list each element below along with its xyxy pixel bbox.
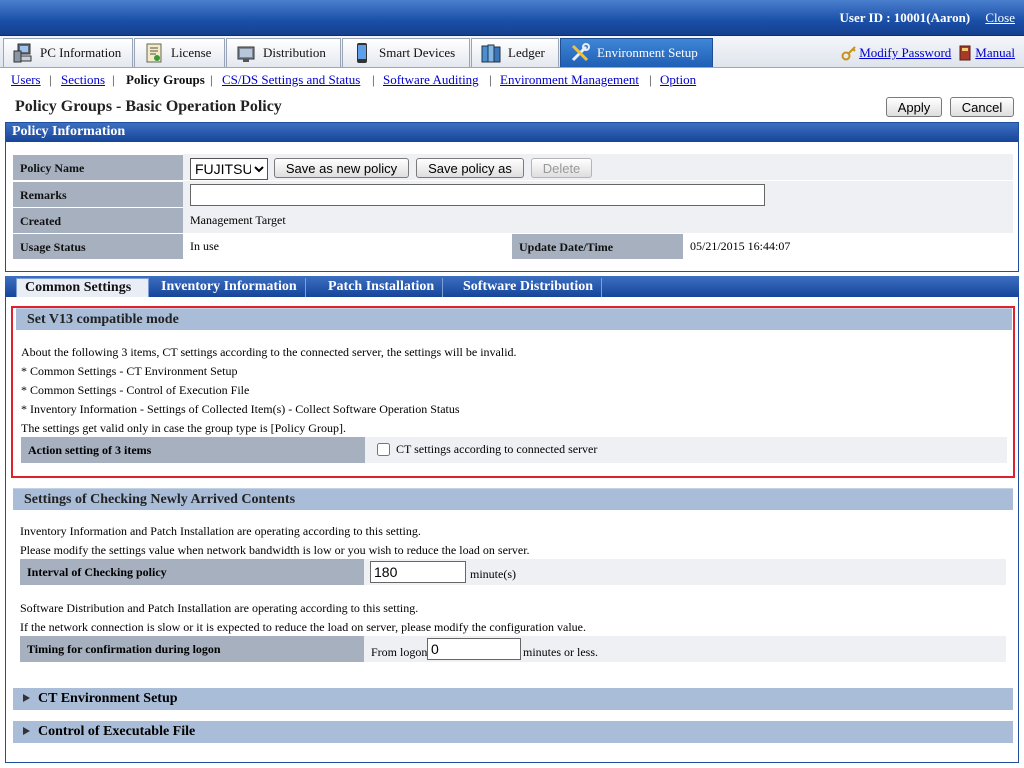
timing-label: Timing for confirmation during logon — [20, 636, 364, 662]
tab-label: Distribution — [263, 45, 326, 60]
settings-tab-bar: Common Settings Inventory Information Pa… — [5, 276, 1019, 297]
license-icon — [146, 43, 162, 63]
ledger-icon — [481, 44, 501, 63]
cancel-button[interactable]: Cancel — [950, 97, 1014, 117]
policy-information-panel: Policy Information Policy Name FUJITSU S… — [5, 122, 1019, 272]
user-id-label: User ID : 10001(Aaron) — [839, 10, 971, 25]
interval-input[interactable] — [370, 561, 466, 583]
timing-input[interactable] — [427, 638, 521, 660]
tab-label: PC Information — [40, 45, 122, 60]
settings-content: Set V13 compatible mode About the follow… — [5, 297, 1019, 763]
tab-distribution[interactable]: Distribution — [226, 38, 341, 67]
v13-section: Set V13 compatible mode About the follow… — [14, 308, 1014, 463]
interval-label: Interval of Checking policy — [20, 559, 364, 585]
policy-name-select[interactable]: FUJITSU — [190, 158, 268, 180]
ct-environment-setup-header[interactable]: CT Environment Setup — [13, 688, 1013, 710]
tab-common-settings[interactable]: Common Settings — [16, 278, 149, 297]
tab-label: Ledger — [508, 45, 545, 60]
v13-text-line: The settings get valid only in case the … — [21, 421, 346, 435]
control-executable-file-header[interactable]: Control of Executable File — [13, 721, 1013, 743]
v13-text-line: * Common Settings - CT Environment Setup — [21, 364, 238, 378]
manual-link[interactable]: Manual — [975, 45, 1015, 61]
key-icon — [841, 46, 856, 61]
created-row: Created Management Target — [13, 207, 1013, 233]
created-value: Management Target — [190, 213, 286, 227]
subnav-csds-settings[interactable]: CS/DS Settings and Status — [222, 72, 360, 88]
tab-license[interactable]: License — [134, 38, 225, 67]
tools-icon — [571, 43, 590, 62]
checking-heading: Settings of Checking Newly Arrived Conte… — [13, 488, 1013, 510]
subnav-environment-management[interactable]: Environment Management — [500, 72, 639, 88]
control-executable-file-title: Control of Executable File — [38, 724, 196, 739]
delete-button[interactable]: Delete — [531, 158, 592, 178]
ct-settings-checkbox-label: CT settings according to connected serve… — [396, 442, 598, 456]
checking-text-line: Please modify the settings value when ne… — [20, 543, 530, 557]
distribution-icon — [237, 46, 255, 62]
action-setting-row: Action setting of 3 items CT settings ac… — [21, 437, 1007, 463]
usage-status-label: Usage Status — [13, 233, 183, 259]
save-as-new-policy-button[interactable]: Save as new policy — [274, 158, 409, 178]
remarks-input[interactable] — [190, 184, 765, 206]
subnav-policy-groups[interactable]: Policy Groups — [126, 72, 205, 88]
interval-row: Interval of Checking policy minute(s) — [20, 559, 1006, 585]
tab-label: License — [171, 45, 212, 60]
modify-password-link[interactable]: Modify Password — [859, 45, 951, 61]
tab-label: Environment Setup — [597, 45, 698, 60]
manual-book-icon — [959, 45, 971, 61]
expand-arrow-icon — [23, 727, 30, 735]
user-info: User ID : 10001(Aaron) Close — [840, 10, 1015, 26]
update-datetime-value: 05/21/2015 16:44:07 — [690, 239, 791, 253]
tab-pc-information[interactable]: PC Information — [3, 38, 133, 67]
apply-button[interactable]: Apply — [886, 97, 942, 117]
timing-prefix: From logon — [371, 645, 428, 659]
v13-text-line: About the following 3 items, CT settings… — [21, 345, 517, 359]
subnav-sections[interactable]: Sections — [61, 72, 105, 88]
policy-information-heading: Policy Information — [6, 123, 1018, 142]
usage-status-value: In use — [190, 239, 219, 253]
tab-software-distribution[interactable]: Software Distribution — [455, 278, 603, 297]
sub-navigation: Users | Sections | Policy Groups | CS/DS… — [0, 69, 1024, 92]
usage-row: Usage Status In use Update Date/Time 05/… — [13, 233, 1013, 259]
main-tab-bar: PC Information License Distribution Smar… — [0, 36, 1024, 68]
created-label: Created — [13, 207, 183, 233]
tab-patch-installation[interactable]: Patch Installation — [320, 278, 444, 297]
subnav-software-auditing[interactable]: Software Auditing — [383, 72, 479, 88]
subnav-users[interactable]: Users — [11, 72, 41, 88]
ct-settings-checkbox-wrap[interactable]: CT settings according to connected serve… — [377, 442, 597, 457]
smart-device-icon — [357, 43, 367, 63]
subnav-option[interactable]: Option — [660, 72, 696, 88]
remarks-row: Remarks — [13, 181, 1013, 207]
tab-inventory-information[interactable]: Inventory Information — [153, 278, 306, 297]
expand-arrow-icon — [23, 694, 30, 702]
checking-text-line: If the network connection is slow or it … — [20, 620, 587, 634]
save-policy-as-button[interactable]: Save policy as — [416, 158, 524, 178]
close-link[interactable]: Close — [985, 10, 1015, 25]
timing-suffix: minutes or less. — [523, 645, 598, 659]
v13-heading: Set V13 compatible mode — [16, 308, 1012, 330]
checking-section: Settings of Checking Newly Arrived Conte… — [13, 488, 1013, 662]
policy-name-label: Policy Name — [13, 154, 183, 180]
v13-text-line: * Inventory Information - Settings of Co… — [21, 402, 460, 416]
checking-text-line: Inventory Information and Patch Installa… — [20, 524, 421, 538]
tab-smart-devices[interactable]: Smart Devices — [342, 38, 470, 67]
page-title: Policy Groups - Basic Operation Policy — [15, 98, 282, 115]
top-links: Modify Password Manual — [835, 45, 1015, 61]
tab-label: Smart Devices — [379, 45, 456, 60]
top-header: User ID : 10001(Aaron) Close — [0, 0, 1024, 36]
tab-ledger[interactable]: Ledger — [471, 38, 559, 67]
ct-settings-checkbox[interactable] — [377, 443, 390, 456]
v13-text-line: * Common Settings - Control of Execution… — [21, 383, 250, 397]
update-datetime-label: Update Date/Time — [512, 233, 683, 259]
checking-text-line: Software Distribution and Patch Installa… — [20, 601, 419, 615]
pc-icon — [13, 43, 32, 63]
ct-environment-setup-title: CT Environment Setup — [38, 691, 178, 706]
policy-name-row: Policy Name FUJITSU Save as new policy S… — [13, 154, 1013, 180]
action-setting-label: Action setting of 3 items — [21, 437, 365, 463]
timing-row: Timing for confirmation during logon Fro… — [20, 636, 1006, 662]
interval-unit: minute(s) — [470, 567, 516, 581]
remarks-label: Remarks — [13, 181, 183, 207]
tab-environment-setup[interactable]: Environment Setup — [560, 38, 713, 67]
